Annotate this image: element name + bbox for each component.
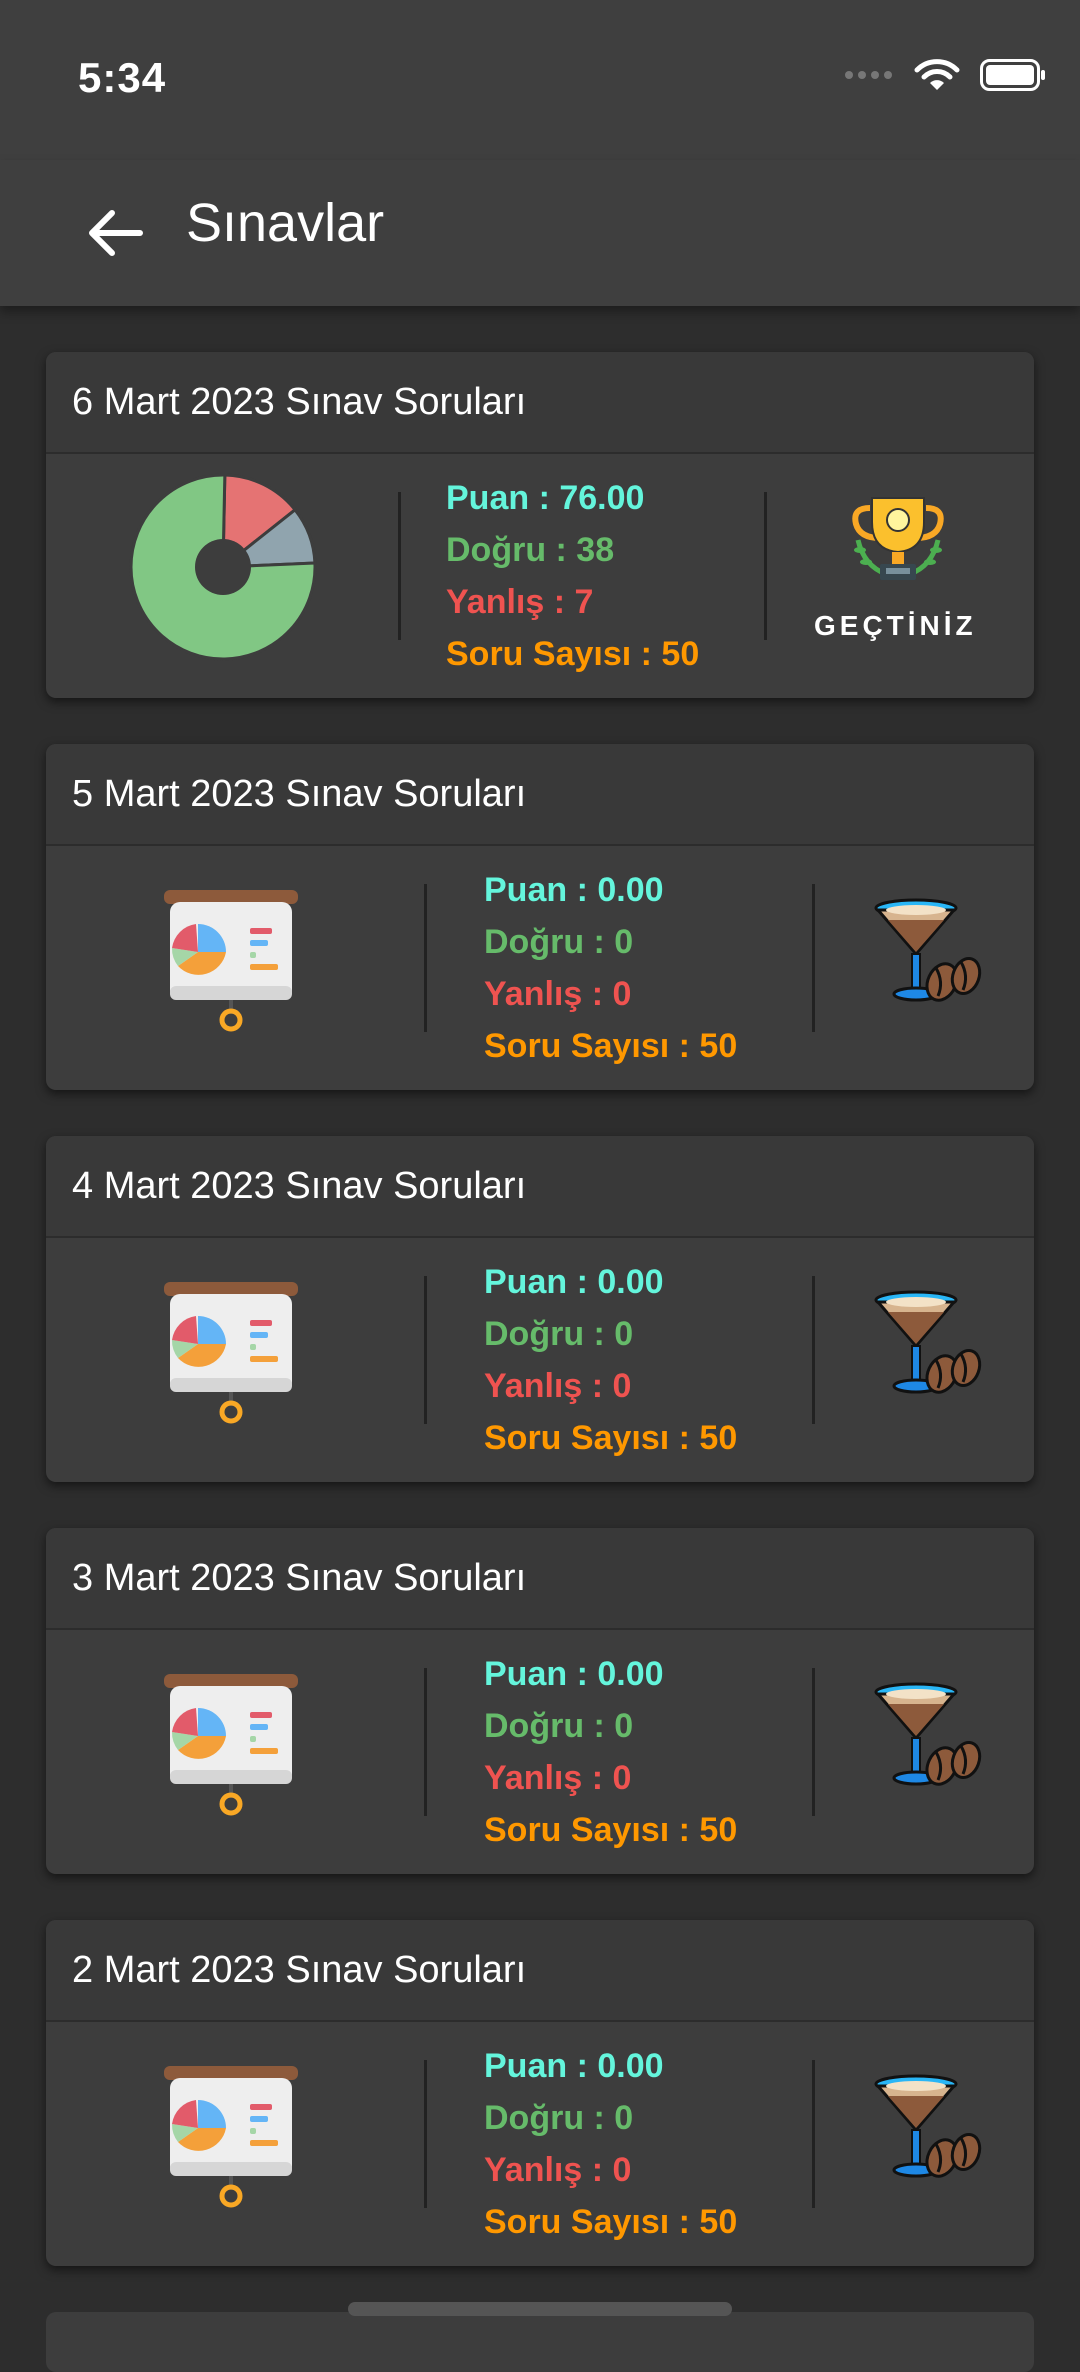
- exam-title: 2 Mart 2023 Sınav Soruları: [46, 1920, 1034, 2022]
- exam-stats: Puan : 76.00 Doğru : 38 Yanlış : 7 Soru …: [446, 472, 699, 680]
- exam-card-body: Puan : 0.00 Doğru : 0 Yanlış : 0 Soru Sa…: [46, 1630, 1034, 1874]
- exam-list: 6 Mart 2023 Sınav Soruları Puan : 76.00 …: [46, 352, 1034, 2312]
- arrow-left-icon[interactable]: [82, 200, 148, 266]
- divider: [424, 1668, 427, 1816]
- presentation-board-icon: [164, 2066, 298, 2208]
- wrong-text: Yanlış : 0: [484, 1367, 632, 1405]
- status-icons: [844, 58, 1046, 92]
- wifi-icon: [914, 59, 960, 90]
- exam-title: 6 Mart 2023 Sınav Soruları: [46, 352, 1034, 454]
- exam-stats: Puan : 0.00 Doğru : 0 Yanlış : 0 Soru Sa…: [484, 1256, 737, 1464]
- exam-card[interactable]: 4 Mart 2023 Sınav Soruları Puan : 0.00 D…: [46, 1136, 1034, 1482]
- wrong-text: Yanlış : 0: [484, 975, 632, 1013]
- exam-stats: Puan : 0.00 Doğru : 0 Yanlış : 0 Soru Sa…: [484, 2040, 737, 2248]
- divider: [424, 1276, 427, 1424]
- divider: [398, 492, 401, 640]
- divider: [424, 2060, 427, 2208]
- question-count-text: Soru Sayısı : 50: [484, 1419, 738, 1457]
- correct-text: Doğru : 38: [446, 531, 615, 569]
- presentation-board-icon: [164, 1282, 298, 1424]
- next-exam-card-partial[interactable]: [46, 2312, 1034, 2372]
- exam-card[interactable]: 6 Mart 2023 Sınav Soruları Puan : 76.00 …: [46, 352, 1034, 698]
- signal-dots-icon: [845, 71, 892, 79]
- score-text: Puan : 0.00: [484, 871, 664, 909]
- home-indicator[interactable]: [348, 2302, 732, 2316]
- score-text: Puan : 0.00: [484, 1263, 664, 1301]
- divider: [812, 2060, 815, 2208]
- app-bar: Sınavlar: [0, 160, 1080, 306]
- exam-title: 5 Mart 2023 Sınav Soruları: [46, 744, 1034, 846]
- status-time: 5:34: [78, 54, 167, 101]
- espresso-martini-icon: [874, 1682, 982, 1786]
- exam-stats: Puan : 0.00 Doğru : 0 Yanlış : 0 Soru Sa…: [484, 1648, 737, 1856]
- exam-stats: Puan : 0.00 Doğru : 0 Yanlış : 0 Soru Sa…: [484, 864, 737, 1072]
- divider: [812, 884, 815, 1032]
- wrong-text: Yanlış : 0: [484, 2151, 632, 2189]
- score-text: Puan : 0.00: [484, 1655, 664, 1693]
- exam-card[interactable]: 2 Mart 2023 Sınav Soruları Puan : 0.00 D…: [46, 1920, 1034, 2266]
- question-count-text: Soru Sayısı : 50: [484, 2203, 738, 2241]
- question-count-text: Soru Sayısı : 50: [446, 635, 700, 673]
- exam-card[interactable]: 3 Mart 2023 Sınav Soruları Puan : 0.00 D…: [46, 1528, 1034, 1874]
- divider: [812, 1276, 815, 1424]
- espresso-martini-icon: [874, 2074, 982, 2178]
- exam-card-body: Puan : 0.00 Doğru : 0 Yanlış : 0 Soru Sa…: [46, 2022, 1034, 2266]
- wrong-text: Yanlış : 7: [446, 583, 594, 621]
- espresso-martini-icon: [874, 898, 982, 1002]
- exam-card-body: Puan : 0.00 Doğru : 0 Yanlış : 0 Soru Sa…: [46, 846, 1034, 1090]
- score-text: Puan : 76.00: [446, 479, 645, 517]
- presentation-board-icon: [164, 890, 298, 1032]
- trophy-icon: [852, 497, 944, 580]
- status-bar: 5:34: [0, 0, 1080, 160]
- battery-icon: [980, 59, 1045, 91]
- divider: [764, 492, 767, 640]
- exam-title: 3 Mart 2023 Sınav Soruları: [46, 1528, 1034, 1630]
- exam-card[interactable]: 5 Mart 2023 Sınav Soruları Puan : 0.00 D…: [46, 744, 1034, 1090]
- divider: [424, 884, 427, 1032]
- pie-chart-icon: [129, 473, 317, 661]
- question-count-text: Soru Sayısı : 50: [484, 1027, 738, 1065]
- correct-text: Doğru : 0: [484, 2099, 634, 2137]
- score-text: Puan : 0.00: [484, 2047, 664, 2085]
- correct-text: Doğru : 0: [484, 1707, 634, 1745]
- correct-text: Doğru : 0: [484, 923, 634, 961]
- presentation-board-icon: [164, 1674, 298, 1816]
- exam-card-body: Puan : 76.00 Doğru : 38 Yanlış : 7 Soru …: [46, 454, 1034, 698]
- espresso-martini-icon: [874, 1290, 982, 1394]
- divider: [812, 1668, 815, 1816]
- exam-card-body: Puan : 0.00 Doğru : 0 Yanlış : 0 Soru Sa…: [46, 1238, 1034, 1482]
- page-title: Sınavlar: [186, 193, 385, 253]
- exam-title: 4 Mart 2023 Sınav Soruları: [46, 1136, 1034, 1238]
- status-badge: GEÇTİNİZ: [814, 610, 977, 641]
- correct-text: Doğru : 0: [484, 1315, 634, 1353]
- wrong-text: Yanlış : 0: [484, 1759, 632, 1797]
- question-count-text: Soru Sayısı : 50: [484, 1811, 738, 1849]
